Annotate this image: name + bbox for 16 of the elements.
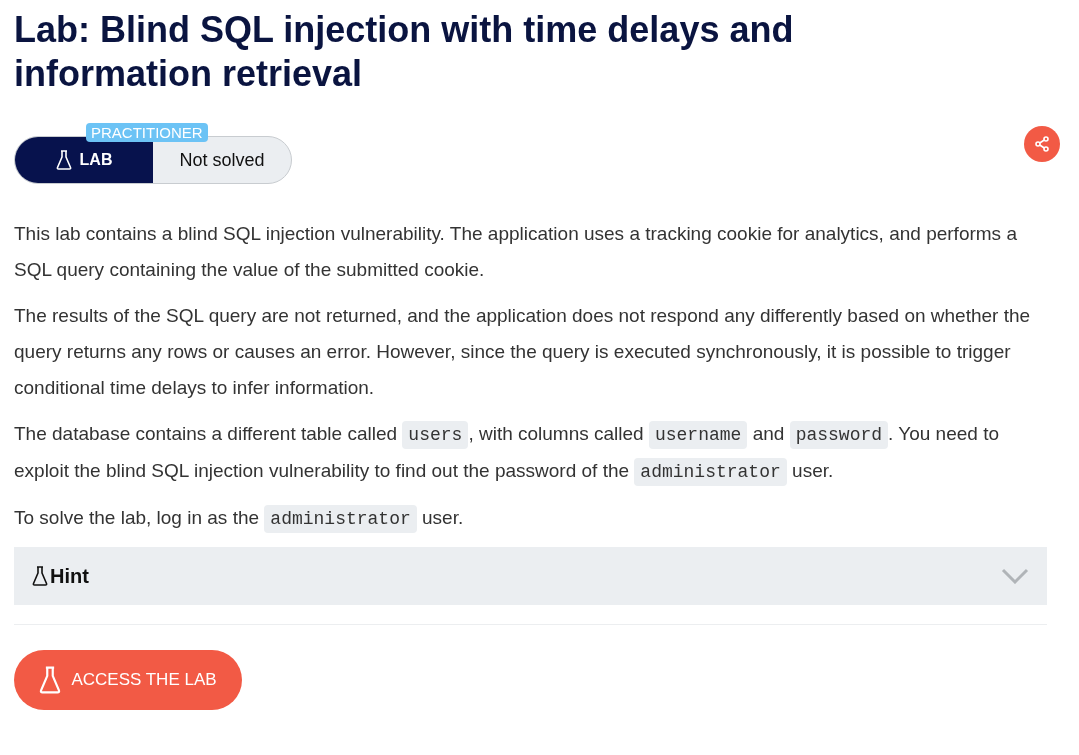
description-paragraph: The results of the SQL query are not returned, and the application does not respond any differently based on whether the query returns any rows or causes an error. However, since the query is executed synchronously, it is possible to trigger conditional time delays to infer information. <box>14 304 1032 400</box>
lab-label: LAB <box>79 150 113 170</box>
flask-icon <box>55 150 72 170</box>
description-paragraph: To solve the lab, log in as the administrator user. <box>14 500 1054 537</box>
flask-icon <box>32 566 48 586</box>
description-paragraph: This lab contains a blind SQL injection vulnerability. The application uses a tracking cookie for analytics, and performs a SQL query containing the value of the submitted cookie. <box>14 222 1018 282</box>
hint-label: Hint <box>50 564 89 589</box>
share-icon <box>1034 136 1050 152</box>
level-badge: PRACTITIONER <box>86 123 208 142</box>
hint-toggle[interactable]: Hint <box>14 547 1047 605</box>
status-label: Not solved <box>178 148 266 172</box>
share-button[interactable] <box>1024 126 1060 162</box>
chevron-icon <box>1001 568 1029 584</box>
flask-icon <box>39 666 62 694</box>
description-paragraph: The database contains a different table called users , with columns called username and password . You need to exploit the blind SQL injection vulnerability to find out the password of the administrator user. <box>14 416 1054 490</box>
lab-title: Lab: Blind SQL injection with time delays and information retrieval <box>14 8 795 96</box>
